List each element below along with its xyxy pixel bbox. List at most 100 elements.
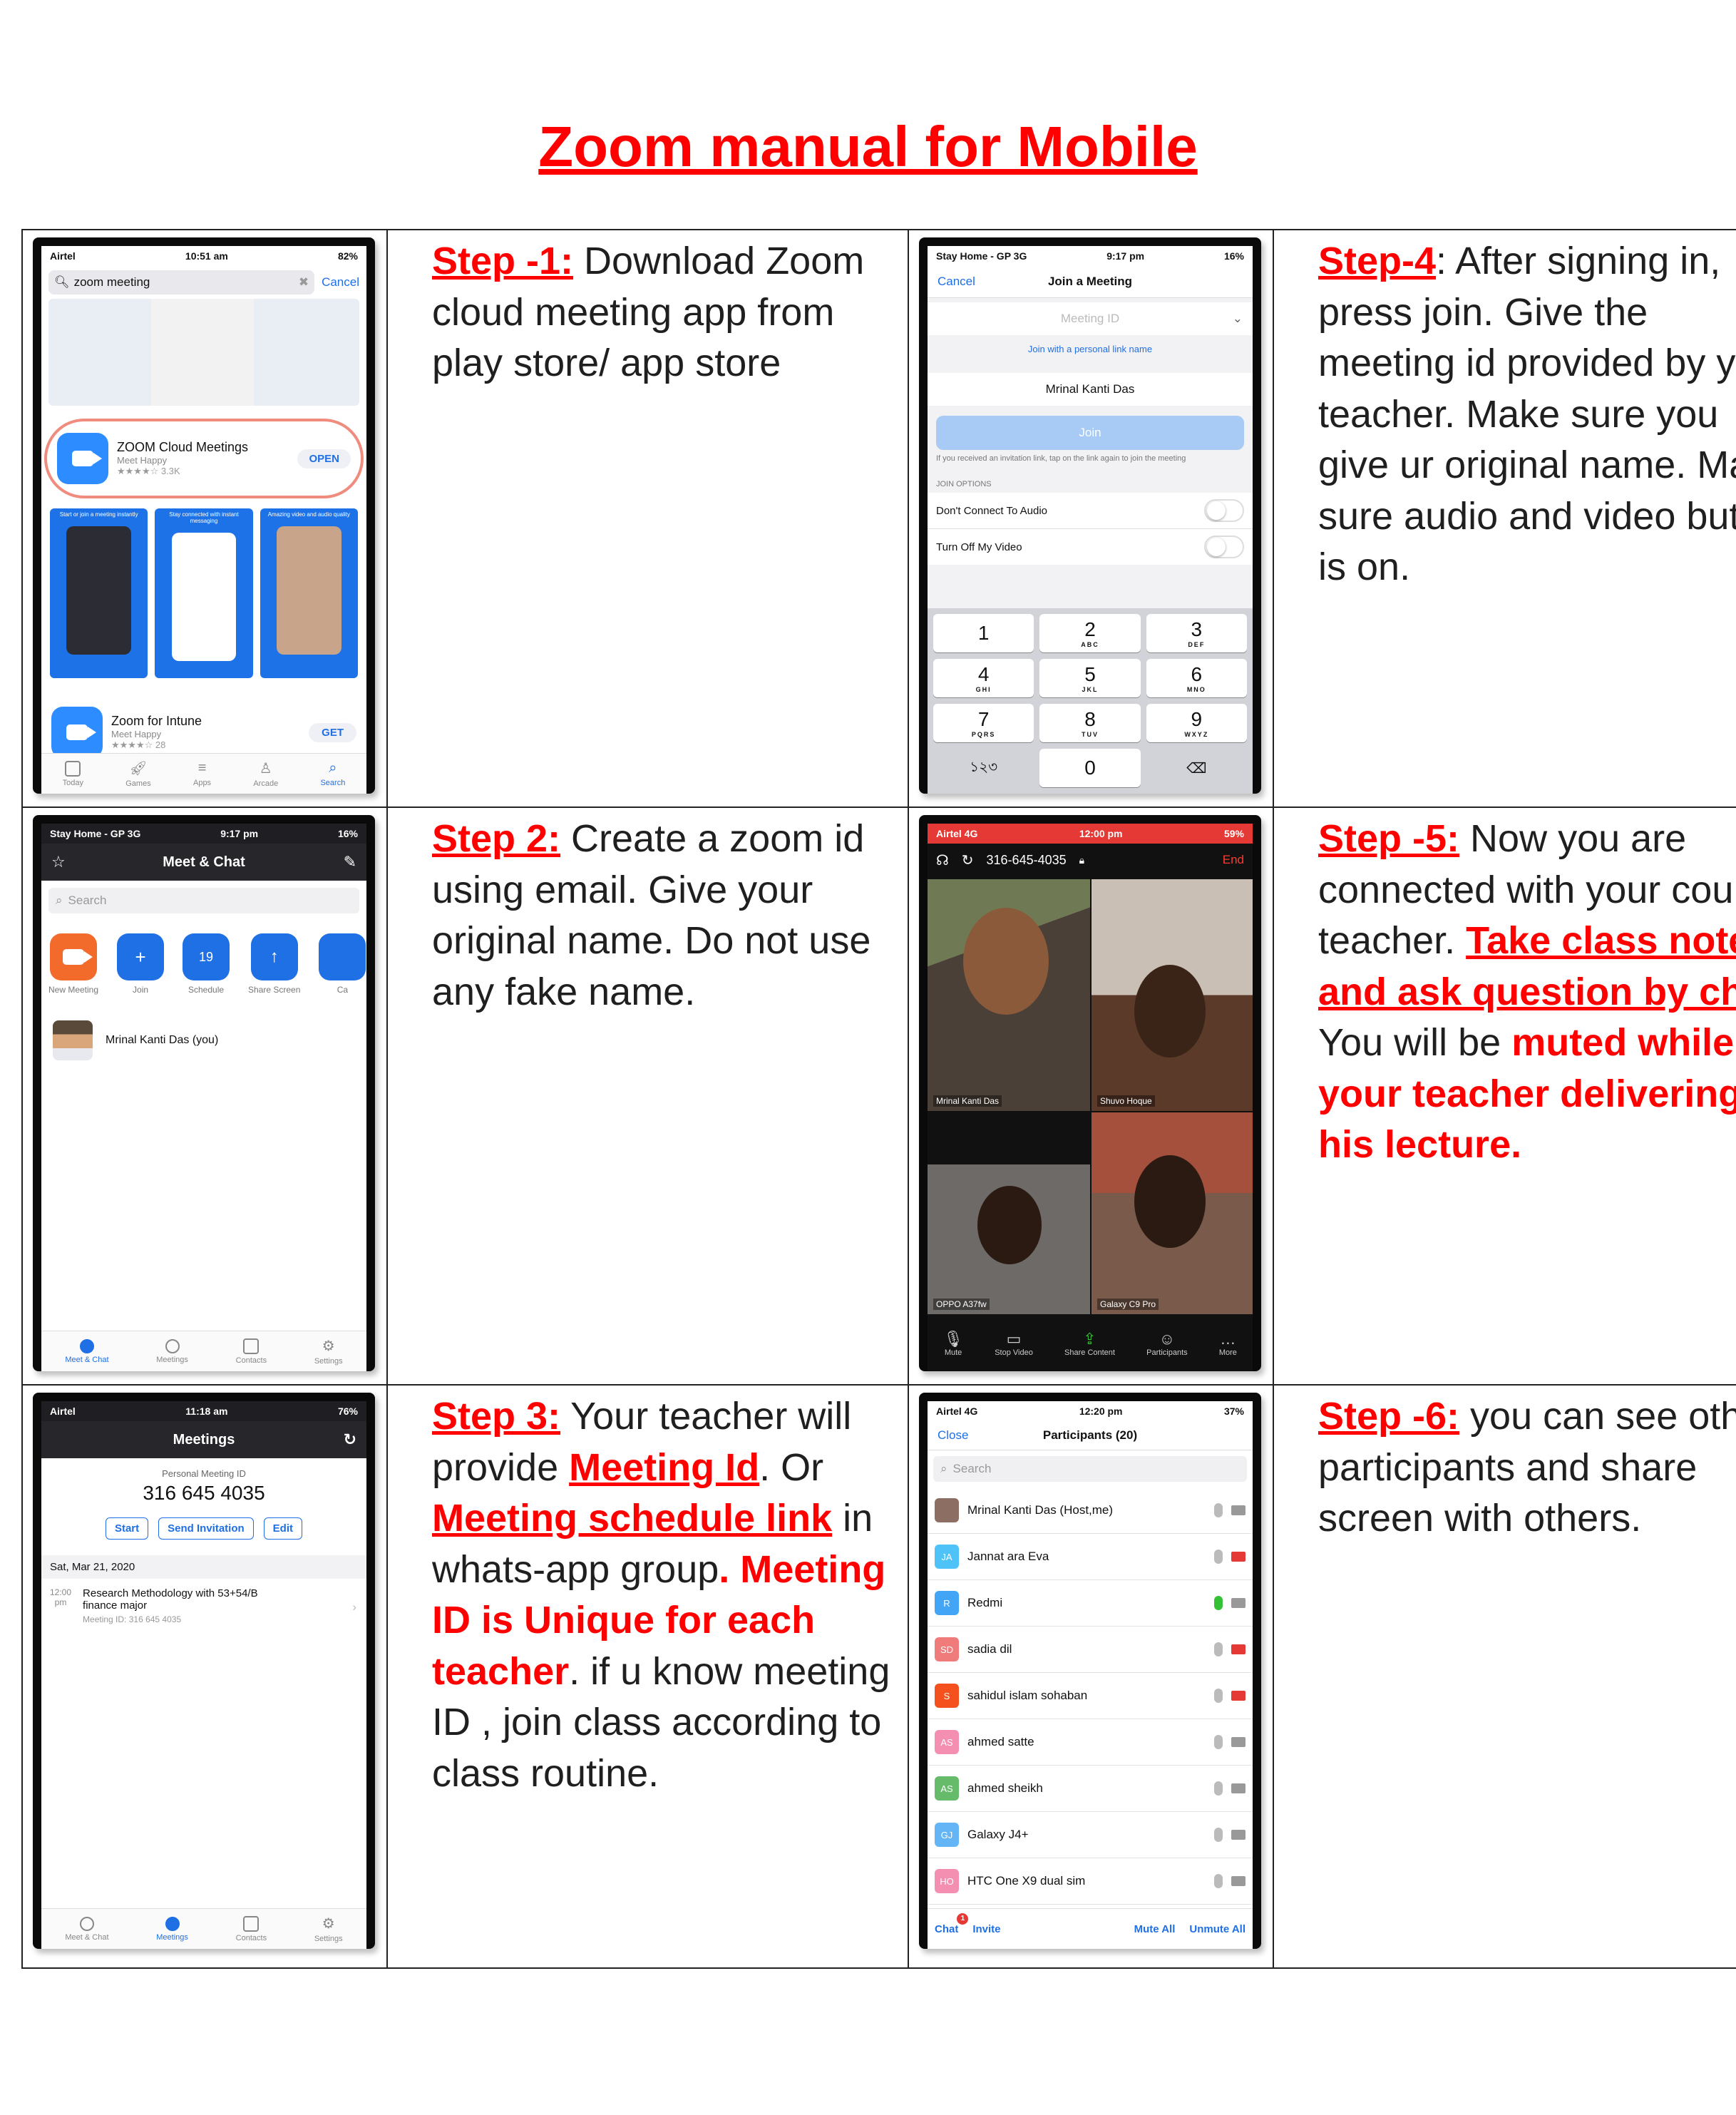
mute-button[interactable]: 🎙︎ Mute	[943, 1330, 963, 1357]
keypad-key[interactable]: ⌫	[1146, 749, 1247, 787]
search-icon: ⌕	[940, 1462, 947, 1475]
clear-icon[interactable]: ✖	[299, 275, 309, 290]
tab-games[interactable]: 🚀︎ Games	[125, 759, 150, 788]
star-icon[interactable]: ☆	[51, 853, 66, 871]
open-button[interactable]: OPEN	[297, 449, 351, 468]
start-button[interactable]: Start	[105, 1517, 149, 1540]
meeting-row[interactable]: 12:00 pm Research Methodology with 53+54/…	[41, 1579, 366, 1633]
keypad-key[interactable]: 4 GHI	[933, 659, 1034, 697]
avatar	[53, 1020, 93, 1060]
invite-button[interactable]: Invite	[972, 1923, 1000, 1935]
share-content-button[interactable]: ⇪ Share Content	[1064, 1330, 1115, 1357]
ellipsis-icon: …	[1220, 1330, 1236, 1348]
keypad-key[interactable]: 5 JKL	[1039, 659, 1141, 697]
avatar: GJ	[935, 1823, 959, 1847]
participant-row[interactable]: Ssahidul islam sohaban	[928, 1673, 1253, 1719]
step5-text-cell: Step -5: Now you are connected with your…	[1273, 806, 1736, 1386]
cancel-link[interactable]: Cancel	[938, 275, 975, 289]
previous-result-screens	[48, 299, 359, 406]
switch-camera-icon[interactable]: ↻	[962, 851, 974, 869]
refresh-icon[interactable]: ↻	[344, 1430, 356, 1449]
schedule-button[interactable]: 19 Schedule	[183, 933, 230, 995]
participant-row[interactable]: AS ahmed sheikh	[928, 1766, 1253, 1812]
send-invitation-button[interactable]: Send Invitation	[158, 1517, 254, 1540]
battery-label: 16%	[1223, 250, 1244, 262]
tab-settings[interactable]: ⚙ Settings	[314, 1915, 343, 1943]
tab-arcade[interactable]: ♙ Arcade	[253, 759, 278, 788]
meeting-id-input[interactable]: Meeting ID ⌄	[928, 302, 1253, 335]
participants-button[interactable]: ☺ Participants	[1146, 1330, 1187, 1357]
search-input[interactable]: ⌕ Search	[933, 1456, 1247, 1482]
tab-meet-chat[interactable]: Meet & Chat	[65, 1338, 109, 1364]
zoom-app-result[interactable]: ZOOM Cloud Meetings Meet Happy ★★★★☆ 3.3…	[44, 419, 364, 498]
tab-meetings[interactable]: Meetings	[156, 1916, 188, 1942]
join-button[interactable]: + Join	[117, 933, 165, 995]
chat-button[interactable]: Chat 1	[935, 1912, 969, 1935]
get-button[interactable]: GET	[309, 722, 356, 742]
date-header: Sat, Mar 21, 2020	[41, 1555, 366, 1579]
keypad-key[interactable]: 3 DEF	[1146, 614, 1247, 652]
headphone-icon[interactable]: ☊	[936, 851, 949, 869]
participant-row[interactable]: JA Jannat ara Eva	[928, 1534, 1253, 1580]
mute-all-button[interactable]: Mute All	[1134, 1923, 1176, 1935]
step6-screenshot-cell: Airtel 4G 12:20 pm 37% Close Participant…	[908, 1384, 1274, 1969]
tab-search[interactable]: ⌕ Search	[320, 760, 345, 787]
keypad-key[interactable]: 2 ABC	[1039, 614, 1141, 652]
tab-meetings[interactable]: Meetings	[156, 1338, 188, 1364]
rating-count: 28	[155, 739, 166, 750]
participant-row[interactable]: SD sadia dil	[928, 1627, 1253, 1673]
tab-apps[interactable]: ≡ Apps	[193, 760, 211, 787]
avatar: R	[935, 1591, 959, 1615]
intune-app-result[interactable]: Zoom for Intune Meet Happy ★★★★☆ 28 GET	[41, 678, 366, 758]
participant-row[interactable]: GJ Galaxy J4+	[928, 1812, 1253, 1858]
contact-row[interactable]: Mrinal Kanti Das (you)	[41, 995, 366, 1086]
carrier-label: Airtel 4G	[936, 828, 978, 839]
tab-today[interactable]: Today	[63, 760, 83, 787]
keypad-key[interactable]: 9 WXYZ	[1146, 704, 1247, 742]
display-name-input[interactable]: Mrinal Kanti Das	[928, 373, 1253, 406]
upload-icon: ↑	[250, 933, 298, 980]
keypad-key[interactable]: 0	[1039, 749, 1141, 787]
calendar-icon: 19	[183, 933, 230, 980]
new-meeting-button[interactable]: New Meeting	[48, 933, 98, 995]
keypad-key[interactable]: ১২৩	[933, 749, 1034, 787]
keypad-key[interactable]: 7 PQRS	[933, 704, 1034, 742]
keypad-key[interactable]: 8 TUV	[1039, 704, 1141, 742]
participant-row[interactable]: R Redmi	[928, 1580, 1253, 1627]
plus-icon: +	[117, 933, 165, 980]
join-button[interactable]: Join	[936, 416, 1244, 450]
unmute-all-button[interactable]: Unmute All	[1189, 1923, 1245, 1935]
audio-toggle[interactable]	[1204, 499, 1244, 522]
personal-link-name-link[interactable]: Join with a personal link name	[928, 335, 1253, 373]
video-camera-icon	[1231, 1783, 1245, 1793]
compose-icon[interactable]: ✎	[344, 853, 356, 871]
step1-text: Step -1: Download Zoom cloud meeting app…	[432, 240, 865, 384]
participant-row[interactable]: HO HTC One X9 dual sim	[928, 1858, 1253, 1905]
keypad-key[interactable]: 1	[933, 614, 1034, 652]
participant-row[interactable]: Mrinal Kanti Das (Host,me)	[928, 1487, 1253, 1534]
more-button[interactable]: … More	[1219, 1330, 1237, 1357]
join-meeting-screenshot: Stay Home - GP 3G 9:17 pm 16% Cancel Joi…	[919, 237, 1261, 794]
share-screen-button[interactable]: ↑ Share Screen	[248, 933, 300, 995]
end-button[interactable]: End	[1223, 853, 1244, 867]
close-link[interactable]: Close	[938, 1428, 968, 1443]
more-actions-button[interactable]: Ca	[319, 933, 366, 995]
tab-meet-chat[interactable]: Meet & Chat	[65, 1916, 109, 1942]
video-tile: Shuvo Hoque	[1092, 879, 1253, 1111]
chevron-down-icon[interactable]: ⌄	[1233, 312, 1243, 326]
search-input[interactable]: ⌕ Search	[48, 888, 359, 913]
tab-contacts[interactable]: Contacts	[236, 1338, 267, 1365]
microphone-icon	[1214, 1689, 1223, 1703]
stop-video-button[interactable]: ▭ Stop Video	[995, 1330, 1033, 1357]
participant-row[interactable]: AS ahmed satte	[928, 1719, 1253, 1766]
tab-settings[interactable]: ⚙ Settings	[314, 1337, 343, 1366]
tab-contacts[interactable]: Contacts	[236, 1915, 267, 1942]
search-input[interactable]: 🔍︎ zoom meeting ✖	[48, 270, 315, 295]
step1-label: Step -1:	[432, 240, 574, 282]
cancel-link[interactable]: Cancel	[322, 275, 359, 290]
edit-button[interactable]: Edit	[263, 1517, 303, 1540]
keypad-key[interactable]: 6 MNO	[1146, 659, 1247, 697]
video-toggle[interactable]	[1204, 536, 1244, 558]
video-camera-icon	[1231, 1644, 1245, 1654]
clock-label: 12:00 pm	[1079, 828, 1123, 839]
